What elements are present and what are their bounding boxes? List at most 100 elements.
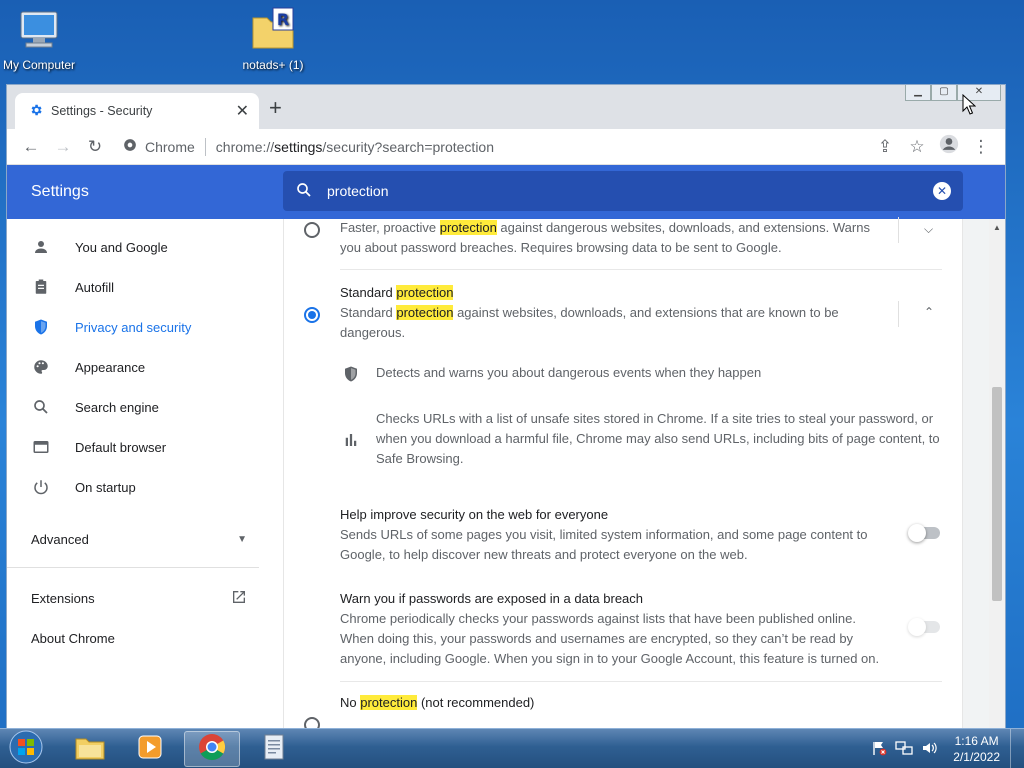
advanced-label: Advanced: [31, 531, 89, 547]
browser-icon: [31, 437, 51, 457]
power-icon: [31, 477, 51, 497]
taskbar-media-player[interactable]: [122, 731, 178, 767]
no-protection-title: No protection (not recommended): [340, 695, 535, 710]
maximize-button[interactable]: ▢: [931, 85, 957, 101]
sidebar-item-you-and-google[interactable]: You and Google: [7, 227, 283, 267]
sidebar-item-appearance[interactable]: Appearance: [7, 347, 283, 387]
notepad-icon: [260, 732, 288, 767]
desktop-icon-notads[interactable]: R notads+ (1): [228, 6, 318, 72]
sidebar-item-privacy-and-security[interactable]: Privacy and security: [7, 307, 283, 347]
clock-time: 1:16 AM: [954, 734, 999, 748]
row-divider: [340, 681, 942, 682]
help-improve-description: Sends URLs of some pages you visit, limi…: [340, 527, 868, 562]
warn-passwords-description: Chrome periodically checks your password…: [340, 611, 880, 666]
settings-sidebar: You and Google Autofill Privacy and secu…: [7, 219, 283, 729]
desktop-icon-my-computer[interactable]: My Computer: [0, 6, 84, 72]
computer-icon: [15, 6, 63, 54]
toolbar-right: ⇪ ☆ ⋮: [869, 131, 997, 163]
sidebar-item-autofill[interactable]: Autofill: [7, 267, 283, 307]
sidebar-item-default-browser[interactable]: Default browser: [7, 427, 283, 467]
sidebar-item-label: Search engine: [75, 399, 159, 415]
tab-strip: Settings - Security ✕ + ▁ ▢ ✕: [7, 85, 1005, 129]
reload-button[interactable]: ↻: [79, 131, 111, 163]
divider-vertical: [898, 301, 899, 327]
extensions-label: Extensions: [31, 590, 95, 606]
browser-toolbar: ← → ↻ Chrome chrome://settings/security?…: [7, 129, 1005, 165]
tab-settings-security[interactable]: Settings - Security ✕: [15, 93, 259, 129]
arrow-left-icon: ←: [22, 136, 40, 156]
reload-icon: ↻: [87, 136, 103, 156]
chevron-down-icon[interactable]: ⌵: [924, 222, 933, 237]
windows-logo-icon: [9, 730, 43, 768]
avatar-icon: [939, 134, 959, 159]
start-button[interactable]: [4, 730, 48, 768]
safe-browsing-card: Faster, proactive protection against dan…: [283, 217, 963, 729]
search-input[interactable]: protection: [327, 183, 933, 199]
media-player-icon: [136, 733, 164, 766]
menu-button[interactable]: ⋮: [965, 131, 997, 163]
detail-text: Detects and warns you about dangerous ev…: [376, 365, 762, 380]
window-controls: ▁ ▢ ✕: [905, 85, 1001, 101]
palette-icon: [31, 357, 51, 377]
tab-close-icon[interactable]: ✕: [236, 101, 249, 121]
new-tab-button[interactable]: +: [269, 97, 282, 119]
sidebar-item-on-startup[interactable]: On startup: [7, 467, 283, 507]
gear-icon: [29, 103, 43, 120]
action-center-flag-icon[interactable]: [871, 740, 887, 759]
person-icon: [31, 237, 51, 257]
enhanced-description: Faster, proactive protection against dan…: [340, 220, 870, 255]
back-button[interactable]: ←: [15, 131, 47, 163]
taskbar-chrome[interactable]: [184, 731, 240, 767]
scrollbar-thumb[interactable]: [992, 387, 1002, 601]
row-divider: [340, 269, 942, 270]
clear-search-icon[interactable]: ✕: [933, 182, 951, 200]
volume-icon[interactable]: [921, 740, 939, 759]
settings-body: You and Google Autofill Privacy and secu…: [7, 217, 1005, 729]
taskbar: 1:16 AM 2/1/2022: [0, 728, 1024, 768]
sidebar-item-search-engine[interactable]: Search engine: [7, 387, 283, 427]
help-improve-toggle[interactable]: [908, 524, 940, 542]
radio-enhanced[interactable]: [304, 222, 320, 238]
share-button[interactable]: ⇪: [869, 131, 901, 163]
settings-main: Faster, proactive protection against dan…: [283, 217, 1005, 729]
scroll-up-icon[interactable]: ▲: [993, 223, 1001, 232]
folder-icon: R: [249, 6, 297, 54]
profile-button[interactable]: [933, 131, 965, 163]
radio-standard[interactable]: [304, 307, 320, 323]
system-tray: 1:16 AM 2/1/2022: [871, 729, 1000, 768]
desktop-icon-label: notads+ (1): [242, 58, 304, 72]
search-icon: [295, 181, 313, 202]
taskbar-notepad[interactable]: [246, 731, 302, 767]
settings-title: Settings: [31, 183, 89, 200]
forward-button[interactable]: →: [47, 131, 79, 163]
taskbar-explorer[interactable]: [62, 731, 118, 767]
address-bar[interactable]: Chrome chrome://settings/security?search…: [115, 132, 869, 162]
tab-title: Settings - Security: [51, 104, 153, 118]
sidebar-extensions[interactable]: Extensions: [7, 578, 283, 618]
chevron-up-icon[interactable]: ⌃: [924, 305, 934, 319]
settings-header: Settings protection ✕: [7, 165, 1005, 219]
settings-search-bar[interactable]: protection ✕: [283, 171, 963, 211]
warn-passwords-title: Warn you if passwords are exposed in a d…: [340, 591, 644, 606]
sidebar-item-label: Appearance: [75, 359, 146, 375]
main-scrollbar[interactable]: ▲: [989, 219, 1005, 729]
desktop-icon-label: My Computer: [2, 58, 76, 72]
sidebar-advanced[interactable]: Advanced ▼: [7, 515, 283, 563]
sidebar-about-chrome[interactable]: About Chrome: [7, 618, 283, 658]
bar-chart-icon: [342, 431, 360, 454]
warn-passwords-toggle[interactable]: [908, 618, 940, 636]
open-in-new-icon: [231, 589, 247, 608]
star-icon: ☆: [909, 136, 925, 156]
arrow-right-icon: →: [54, 136, 72, 156]
help-improve-title: Help improve security on the web for eve…: [340, 507, 609, 522]
bookmark-button[interactable]: ☆: [901, 131, 933, 163]
sidebar-item-label: Autofill: [75, 279, 115, 295]
minimize-button[interactable]: ▁: [905, 85, 931, 101]
mouse-cursor-icon: [962, 93, 977, 121]
svg-text:R: R: [277, 10, 289, 29]
caret-down-icon: ▼: [237, 533, 247, 545]
search-icon: [31, 397, 51, 417]
network-icon[interactable]: [895, 740, 913, 759]
clock[interactable]: 1:16 AM 2/1/2022: [953, 733, 1000, 765]
show-desktop-button[interactable]: [1010, 729, 1024, 768]
